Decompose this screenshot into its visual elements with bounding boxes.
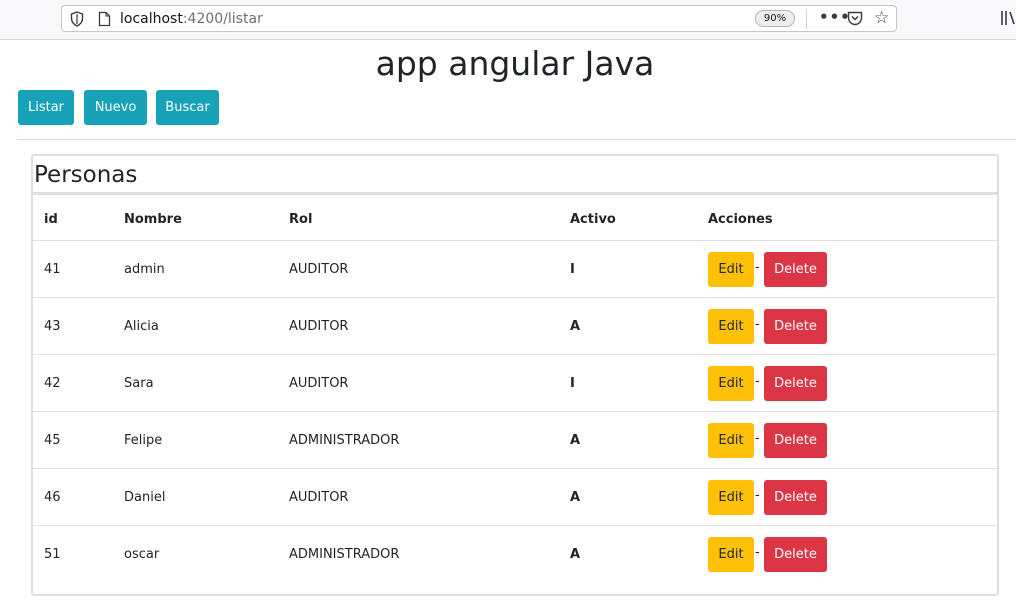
table-header-row: id Nombre Rol Activo Acciones	[33, 197, 997, 241]
nuevo-button[interactable]: Nuevo	[84, 90, 147, 125]
cell-nombre: Alicia	[124, 319, 159, 334]
edit-button[interactable]: Edit	[708, 537, 754, 572]
card-title: Personas	[34, 162, 138, 188]
action-separator: -	[755, 317, 760, 332]
browser-toolbar: localhost:4200/listar 90% ••• ☆	[0, 0, 1016, 40]
delete-button[interactable]: Delete	[764, 366, 827, 401]
cell-nombre: Daniel	[124, 490, 166, 505]
action-separator: -	[755, 260, 760, 275]
table-row: 51 oscar ADMINISTRADOR A Edit - Delete	[33, 526, 997, 583]
cell-id: 41	[44, 262, 61, 277]
cell-nombre: Felipe	[124, 433, 163, 448]
delete-button[interactable]: Delete	[764, 252, 827, 287]
action-separator: -	[755, 488, 760, 503]
url-host: localhost	[120, 11, 183, 27]
cell-rol: ADMINISTRADOR	[289, 433, 400, 448]
cell-activo: I	[570, 262, 575, 277]
cell-activo: A	[570, 319, 581, 334]
cell-nombre: admin	[124, 262, 165, 277]
cell-id: 45	[44, 433, 61, 448]
cell-nombre: Sara	[124, 376, 154, 391]
header-id: id	[44, 212, 58, 227]
cell-activo: A	[570, 490, 581, 505]
delete-button[interactable]: Delete	[764, 423, 827, 458]
cell-activo: A	[570, 433, 581, 448]
bookmark-star-icon[interactable]: ☆	[874, 9, 889, 27]
action-separator: -	[755, 545, 760, 560]
delete-button[interactable]: Delete	[764, 537, 827, 572]
header-activo: Activo	[570, 212, 616, 227]
url-path: :4200/listar	[182, 11, 263, 27]
delete-button[interactable]: Delete	[764, 309, 827, 344]
cell-id: 51	[44, 547, 61, 562]
page-icon[interactable]	[98, 11, 111, 27]
zoom-badge[interactable]: 90%	[755, 10, 795, 27]
cell-id: 46	[44, 490, 61, 505]
pocket-icon[interactable]	[847, 11, 863, 26]
url-bar[interactable]: localhost:4200/listar 90% ••• ☆	[61, 5, 897, 32]
edit-button[interactable]: Edit	[708, 366, 754, 401]
table-row: 45 Felipe ADMINISTRADOR A Edit - Delete	[33, 412, 997, 469]
table-row: 42 Sara AUDITOR I Edit - Delete	[33, 355, 997, 412]
url-text[interactable]: localhost:4200/listar	[120, 11, 263, 27]
header-rol: Rol	[289, 212, 313, 227]
cell-rol: AUDITOR	[289, 319, 349, 334]
divider	[17, 139, 1016, 140]
library-icon[interactable]	[1000, 10, 1016, 26]
cell-rol: ADMINISTRADOR	[289, 547, 400, 562]
cell-id: 42	[44, 376, 61, 391]
more-icon[interactable]: •••	[819, 8, 851, 26]
personas-card: Personas id Nombre Rol Activo Acciones 4…	[31, 154, 999, 596]
cell-activo: I	[570, 376, 575, 391]
table-row: 41 admin AUDITOR I Edit - Delete	[33, 241, 997, 298]
cell-rol: AUDITOR	[289, 490, 349, 505]
cell-nombre: oscar	[124, 547, 160, 562]
header-acciones: Acciones	[708, 212, 773, 227]
delete-button[interactable]: Delete	[764, 480, 827, 515]
cell-id: 43	[44, 319, 61, 334]
cell-rol: AUDITOR	[289, 376, 349, 391]
table-row: 46 Daniel AUDITOR A Edit - Delete	[33, 469, 997, 526]
edit-button[interactable]: Edit	[708, 480, 754, 515]
edit-button[interactable]: Edit	[708, 309, 754, 344]
action-separator: -	[755, 374, 760, 389]
buscar-button[interactable]: Buscar	[156, 90, 219, 125]
edit-button[interactable]: Edit	[708, 423, 754, 458]
app-title: app angular Java	[375, 44, 655, 83]
card-header: Personas	[33, 156, 997, 195]
shield-icon[interactable]	[70, 11, 84, 27]
edit-button[interactable]: Edit	[708, 252, 754, 287]
header-nombre: Nombre	[124, 212, 182, 227]
cell-activo: A	[570, 547, 581, 562]
table-row: 43 Alicia AUDITOR A Edit - Delete	[33, 298, 997, 355]
listar-button[interactable]: Listar	[18, 90, 74, 125]
cell-rol: AUDITOR	[289, 262, 349, 277]
toolbar-divider	[806, 9, 807, 29]
action-separator: -	[755, 431, 760, 446]
